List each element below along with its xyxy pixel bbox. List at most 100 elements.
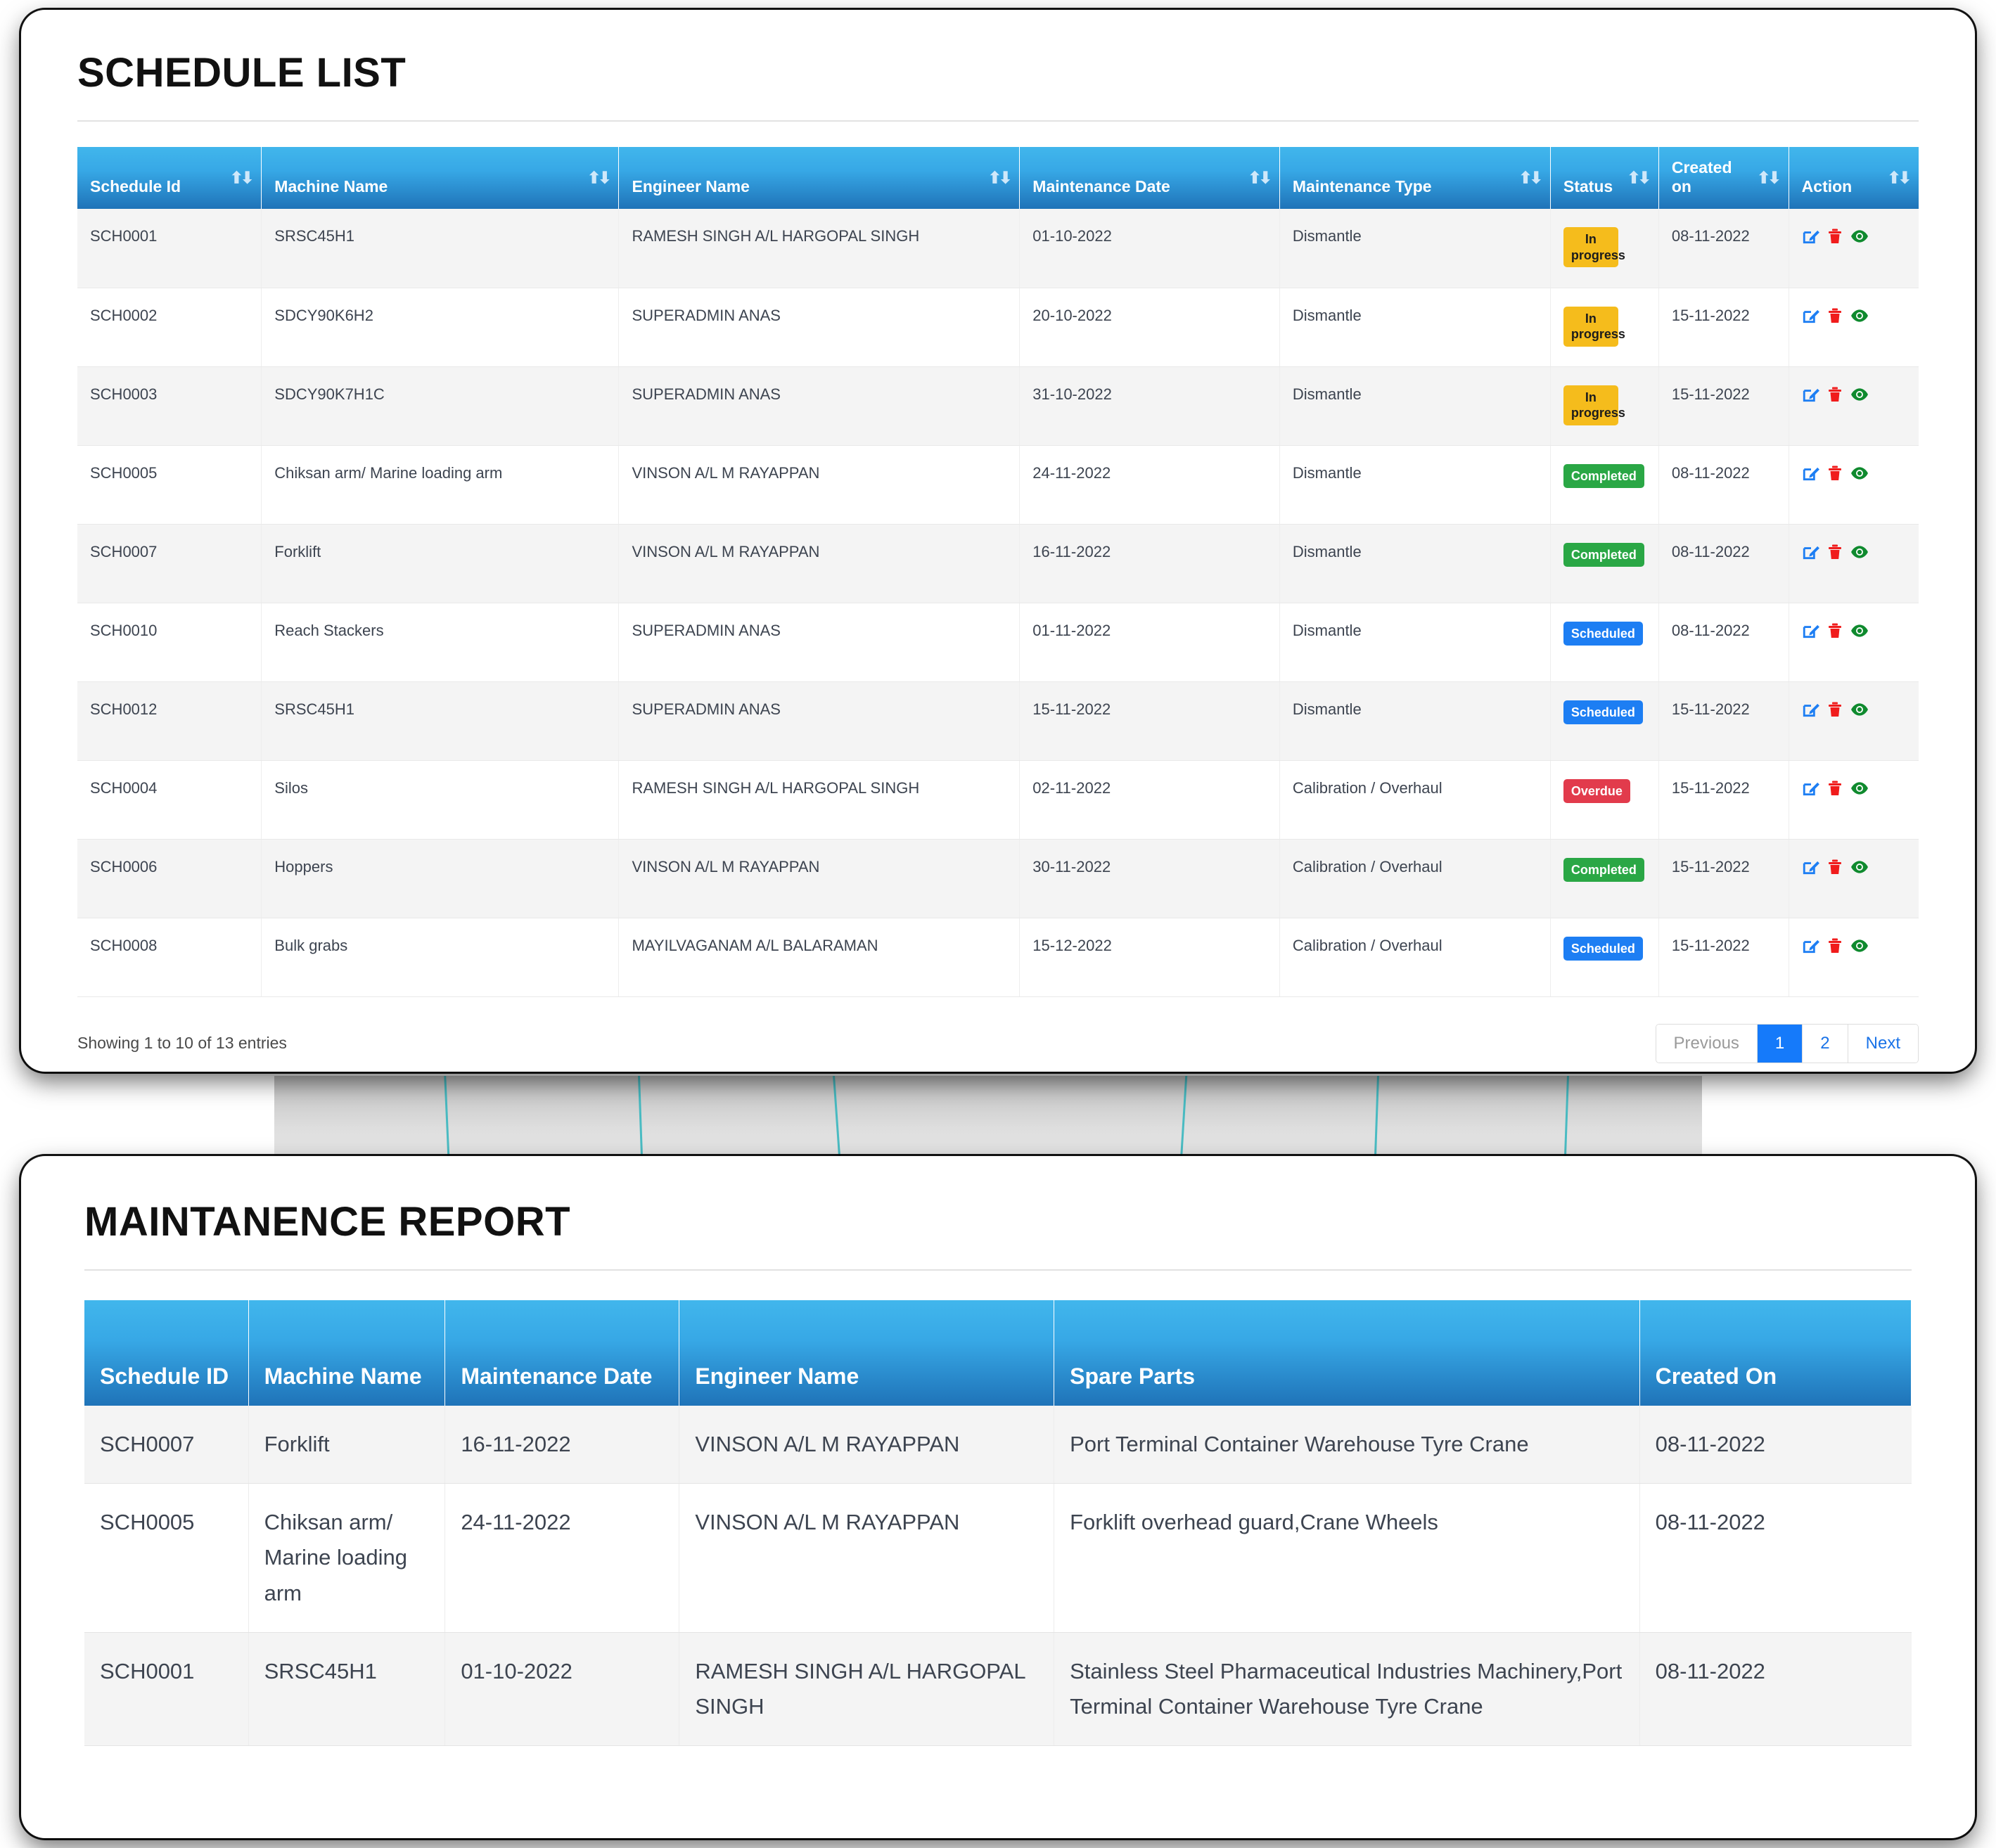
sort-icon[interactable]: ⬆⬇: [1518, 169, 1542, 186]
column-label: Spare Parts: [1070, 1363, 1195, 1389]
view-icon[interactable]: [1850, 858, 1869, 876]
delete-icon[interactable]: [1827, 622, 1843, 640]
cell-schedule-id: SCH0001: [77, 209, 262, 288]
column-header-created-on[interactable]: Created on ⬆⬇: [1658, 147, 1789, 209]
sort-asc-icon[interactable]: ⬆⬇: [230, 169, 254, 186]
delete-icon[interactable]: [1827, 307, 1843, 325]
view-icon[interactable]: [1850, 385, 1869, 404]
column-header-maintenance-date[interactable]: Maintenance Date ⬆⬇: [1019, 147, 1280, 209]
sort-icon[interactable]: ⬆⬇: [988, 169, 1012, 186]
edit-icon[interactable]: [1802, 385, 1820, 404]
cell-schedule-id: SCH0005: [77, 445, 262, 525]
cell-maintenance-type: Dismantle: [1279, 524, 1551, 603]
cell-action: [1789, 918, 1919, 997]
column-header-action[interactable]: Action ⬆⬇: [1789, 147, 1919, 209]
row-action-group: [1802, 937, 1906, 955]
view-icon[interactable]: [1850, 700, 1869, 719]
column-header-maintenance-type[interactable]: Maintenance Type ⬆⬇: [1279, 147, 1551, 209]
delete-icon[interactable]: [1827, 543, 1843, 561]
edit-icon[interactable]: [1802, 937, 1820, 955]
cell-spare-parts: Forklift overhead guard,Crane Wheels: [1054, 1483, 1640, 1633]
delete-icon[interactable]: [1827, 227, 1843, 245]
edit-icon[interactable]: [1802, 622, 1820, 640]
pagination-button-1[interactable]: 1: [1757, 1024, 1803, 1063]
view-icon[interactable]: [1850, 543, 1869, 561]
column-header-engineer-name[interactable]: Engineer Name ⬆⬇: [618, 147, 1021, 209]
column-label: Maintenance Type: [1292, 177, 1432, 195]
cell-schedule-id: SCH0008: [77, 918, 262, 997]
delete-icon[interactable]: [1827, 779, 1843, 797]
table-row: SCH0012 SRSC45H1 SUPERADMIN ANAS 15-11-2022…: [77, 681, 1919, 761]
view-icon[interactable]: [1850, 622, 1869, 640]
column-header-machine-name[interactable]: Machine Name ⬆⬇: [261, 147, 620, 209]
edit-icon[interactable]: [1802, 543, 1820, 561]
cell-schedule-id: SCH0012: [77, 681, 262, 761]
table-row: SCH0004 Silos RAMESH SINGH A/L HARGOPAL SI…: [77, 760, 1919, 840]
view-icon[interactable]: [1850, 227, 1869, 245]
cell-maintenance-type: Dismantle: [1279, 288, 1551, 367]
view-icon[interactable]: [1850, 937, 1869, 955]
cell-maintenance-date: 24-11-2022: [444, 1483, 680, 1633]
table-row: SCH0006 Hoppers VINSON A/L M RAYAPPAN 30-11…: [77, 839, 1919, 918]
delete-icon[interactable]: [1827, 937, 1843, 955]
column-label: Machine Name: [274, 177, 388, 195]
row-action-group: [1802, 858, 1906, 876]
status-badge: Completed: [1563, 857, 1644, 882]
sort-icon[interactable]: ⬆⬇: [1887, 169, 1911, 186]
cell-maintenance-date: 16-11-2022: [1019, 524, 1280, 603]
row-action-group: [1802, 307, 1906, 325]
schedule-list-card: SCHEDULE LIST Schedule Id ⬆⬇ Machine Nam…: [21, 10, 1975, 1072]
cell-action: [1789, 681, 1919, 761]
edit-icon[interactable]: [1802, 227, 1820, 245]
cell-engineer-name: RAMESH SINGH A/L HARGOPAL SINGH: [679, 1632, 1055, 1747]
cell-status: In progress: [1550, 288, 1659, 367]
cell-created-on: 08-11-2022: [1658, 445, 1789, 525]
status-badge: In progress: [1563, 227, 1625, 267]
schedule-table-head: Schedule Id ⬆⬇ Machine Name ⬆⬇ Engineer …: [77, 147, 1919, 209]
status-badge: In progress: [1563, 385, 1625, 425]
column-header-status[interactable]: Status ⬆⬇: [1550, 147, 1659, 209]
edit-icon[interactable]: [1802, 464, 1820, 482]
sort-icon[interactable]: ⬆⬇: [1627, 169, 1651, 186]
edit-icon[interactable]: [1802, 307, 1820, 325]
cell-created-on: 15-11-2022: [1658, 839, 1789, 918]
column-label: Status: [1563, 177, 1613, 195]
sort-icon[interactable]: ⬆⬇: [1757, 169, 1781, 186]
cell-maintenance-date: 16-11-2022: [444, 1406, 680, 1484]
cell-status: Completed: [1550, 839, 1659, 918]
delete-icon[interactable]: [1827, 858, 1843, 876]
sort-icon[interactable]: ⬆⬇: [1248, 169, 1272, 186]
pagination-button-next[interactable]: Next: [1848, 1024, 1918, 1063]
cell-engineer-name: SUPERADMIN ANAS: [618, 288, 1021, 367]
delete-icon[interactable]: [1827, 464, 1843, 482]
edit-icon[interactable]: [1802, 700, 1820, 719]
cell-action: [1789, 524, 1919, 603]
view-icon[interactable]: [1850, 307, 1869, 325]
cell-created-on: 08-11-2022: [1639, 1483, 1912, 1633]
cell-machine-name: Forklift: [261, 524, 620, 603]
view-icon[interactable]: [1850, 779, 1869, 797]
column-header-machine-name: Machine Name: [248, 1300, 446, 1406]
cell-created-on: 15-11-2022: [1658, 366, 1789, 446]
cell-maintenance-date: 20-10-2022: [1019, 288, 1280, 367]
cell-engineer-name: SUPERADMIN ANAS: [618, 603, 1021, 682]
column-header-schedule-id: Schedule ID: [84, 1300, 249, 1406]
sort-icon[interactable]: ⬆⬇: [587, 169, 611, 186]
cell-maintenance-date: 15-11-2022: [1019, 681, 1280, 761]
edit-icon[interactable]: [1802, 858, 1820, 876]
view-icon[interactable]: [1850, 464, 1869, 482]
cell-created-on: 08-11-2022: [1658, 524, 1789, 603]
edit-icon[interactable]: [1802, 779, 1820, 797]
delete-icon[interactable]: [1827, 700, 1843, 719]
delete-icon[interactable]: [1827, 385, 1843, 404]
report-table-head: Schedule ID Machine Name Maintenance Dat…: [84, 1300, 1912, 1406]
column-header-schedule-id[interactable]: Schedule Id ⬆⬇: [77, 147, 262, 209]
cell-machine-name: Forklift: [248, 1406, 446, 1484]
table-row: SCH0010 Reach Stackers SUPERADMIN ANAS 01-1…: [77, 603, 1919, 682]
cell-created-on: 08-11-2022: [1639, 1406, 1912, 1484]
pagination-button-2[interactable]: 2: [1803, 1024, 1848, 1063]
cell-engineer-name: SUPERADMIN ANAS: [618, 366, 1021, 446]
cell-status: In progress: [1550, 366, 1659, 446]
row-action-group: [1802, 385, 1906, 404]
column-label: Engineer Name: [695, 1363, 859, 1389]
